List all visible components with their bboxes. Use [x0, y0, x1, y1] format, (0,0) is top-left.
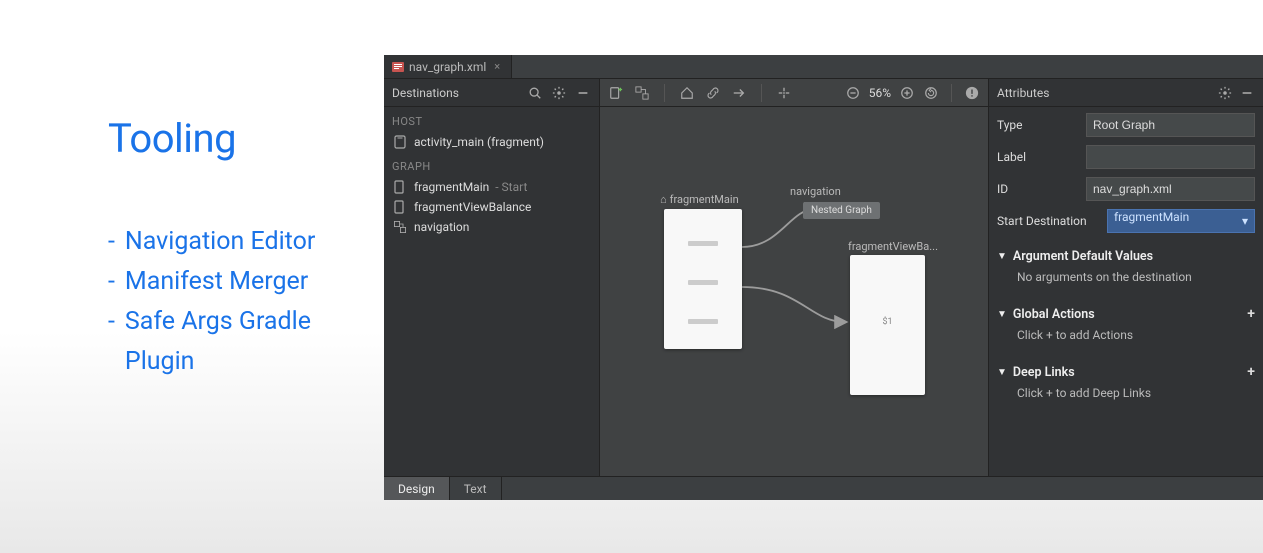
attr-start-destination-value: fragmentMain — [1114, 210, 1189, 224]
list-item: -Safe Args Gradle Plugin — [108, 302, 368, 382]
graph-item-fragment-main[interactable]: fragmentMain - Start — [384, 177, 599, 197]
global-actions-body: Click + to add Actions — [997, 326, 1255, 348]
gear-icon[interactable] — [551, 85, 567, 101]
list-item: -Manifest Merger — [108, 262, 368, 302]
warnings-icon[interactable] — [964, 85, 980, 101]
section-title: Deep Links — [1013, 365, 1075, 380]
nested-graph-node[interactable]: Nested Graph — [803, 202, 880, 219]
deeplink-icon[interactable] — [705, 85, 721, 101]
canvas-connections — [600, 107, 988, 476]
graph-item-suffix: - Start — [495, 180, 527, 194]
home-icon[interactable] — [679, 85, 695, 101]
deep-links-body: Click + to add Deep Links — [997, 384, 1255, 406]
tab-text[interactable]: Text — [450, 477, 502, 500]
graph-item-label: navigation — [414, 220, 469, 234]
gear-icon[interactable] — [1217, 85, 1233, 101]
attr-type-label: Type — [997, 118, 1080, 132]
attributes-panel: Attributes Type Label ID Start D — [989, 79, 1263, 476]
list-item-text: Safe Args Gradle Plugin — [125, 302, 368, 382]
auto-arrange-icon[interactable] — [776, 85, 792, 101]
section-title: Argument Default Values — [1013, 249, 1153, 264]
host-item-label: activity_main (fragment) — [414, 135, 544, 149]
global-actions-header[interactable]: ▼ Global Actions + — [997, 302, 1255, 326]
canvas-toolbar: 56% — [600, 79, 988, 107]
action-arrow-icon[interactable] — [731, 85, 747, 101]
attributes-panel-title: Attributes — [997, 86, 1217, 100]
argument-default-values-body: No arguments on the destination — [997, 268, 1255, 290]
zoom-out-icon[interactable] — [845, 85, 861, 101]
caret-down-icon: ▼ — [997, 367, 1007, 378]
fragment-view-balance-placeholder: $1 — [850, 317, 925, 327]
graph-item-label: fragmentMain — [414, 180, 489, 194]
list-item: -Navigation Editor — [108, 222, 368, 262]
chevron-down-icon: ▾ — [1242, 214, 1248, 228]
new-destination-icon[interactable] — [608, 85, 624, 101]
section-title: Global Actions — [1013, 307, 1095, 322]
zoom-in-icon[interactable] — [899, 85, 915, 101]
destinations-panel: Destinations HOST activity_main (fragmen… — [384, 79, 600, 476]
close-tab-icon[interactable]: × — [491, 60, 503, 73]
tab-design[interactable]: Design — [384, 477, 450, 500]
nested-graph-icon — [394, 221, 408, 233]
attr-id-label: ID — [997, 182, 1080, 196]
fragment-icon — [394, 180, 408, 194]
graph-item-fragment-view-balance[interactable]: fragmentViewBalance — [384, 197, 599, 217]
add-global-action-icon[interactable]: + — [1247, 306, 1255, 322]
fragment-view-balance-node[interactable]: $1 — [850, 255, 925, 395]
nav-editor-canvas[interactable]: ⌂fragmentMain navigation Nested Graph fr… — [600, 107, 988, 476]
fragment-main-node[interactable] — [664, 209, 742, 349]
attr-id-field[interactable] — [1086, 177, 1255, 201]
attr-label-field[interactable] — [1086, 145, 1255, 169]
start-home-icon: ⌂ — [660, 193, 667, 206]
argument-default-values-header[interactable]: ▼ Argument Default Values — [997, 245, 1255, 268]
caret-down-icon: ▼ — [997, 309, 1007, 320]
minimize-icon[interactable] — [575, 85, 591, 101]
editor-tab-nav-graph[interactable]: nav_graph.xml × — [384, 55, 512, 78]
zoom-reset-icon[interactable] — [923, 85, 939, 101]
activity-icon — [394, 135, 408, 149]
attr-type-field[interactable] — [1086, 113, 1255, 137]
ide-window: nav_graph.xml × Destinations HOST activi… — [384, 55, 1263, 500]
destinations-panel-title: Destinations — [392, 86, 527, 100]
nested-graph-tool-icon[interactable] — [634, 85, 650, 101]
attr-label-label: Label — [997, 150, 1080, 164]
navigation-label: navigation — [790, 185, 841, 198]
fragment-icon — [394, 200, 408, 214]
graph-section-header: GRAPH — [384, 152, 599, 177]
host-item[interactable]: activity_main (fragment) — [384, 132, 599, 152]
host-section-header: HOST — [384, 107, 599, 132]
slide-title: Tooling — [108, 115, 368, 162]
caret-down-icon: ▼ — [997, 251, 1007, 262]
attr-start-destination-label: Start Destination — [997, 214, 1101, 228]
graph-item-navigation[interactable]: navigation — [384, 217, 599, 237]
graph-item-label: fragmentViewBalance — [414, 200, 531, 214]
fragment-view-balance-label: fragmentViewBa... — [848, 240, 938, 253]
editor-mode-tabs: Design Text — [384, 476, 1263, 500]
list-item-text: Manifest Merger — [125, 262, 308, 302]
minimize-icon[interactable] — [1239, 85, 1255, 101]
add-deep-link-icon[interactable]: + — [1247, 364, 1255, 380]
search-icon[interactable] — [527, 85, 543, 101]
deep-links-header[interactable]: ▼ Deep Links + — [997, 360, 1255, 384]
slide-bullet-list: -Navigation Editor -Manifest Merger -Saf… — [108, 222, 368, 382]
editor-tabbar: nav_graph.xml × — [384, 55, 1263, 79]
list-item-text: Navigation Editor — [125, 222, 315, 262]
attr-start-destination-select[interactable]: fragmentMain ▾ — [1107, 209, 1255, 233]
nav-editor-canvas-panel: 56% ⌂fragmentMain — [600, 79, 989, 476]
fragment-main-label: ⌂fragmentMain — [660, 193, 739, 206]
tab-filename: nav_graph.xml — [409, 60, 486, 74]
xml-file-icon — [392, 61, 404, 73]
zoom-level: 56% — [869, 86, 891, 100]
